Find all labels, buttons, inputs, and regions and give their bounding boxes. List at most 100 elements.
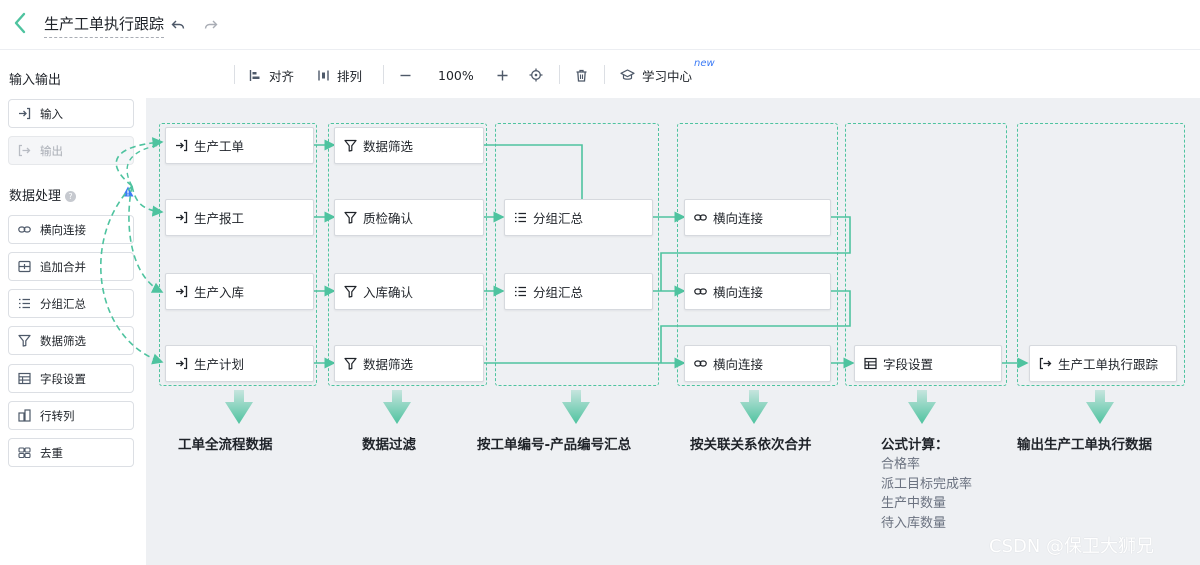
toolbar-divider: [383, 65, 384, 84]
link-icon: [694, 211, 707, 224]
warning-icon[interactable]: [122, 186, 134, 197]
node-label: 分组汇总: [533, 285, 584, 300]
caption-output: 输出生产工单执行数据: [1017, 437, 1152, 453]
plus-icon: [497, 70, 508, 80]
node-label: 生产计划: [194, 357, 245, 372]
list-icon: [514, 211, 527, 224]
dedupe-icon: [18, 446, 31, 459]
node-groupby-2[interactable]: 分组汇总: [504, 273, 653, 310]
node-label: 生产入库: [194, 285, 245, 300]
graduation-cap-icon: [620, 68, 635, 80]
learning-center-label: 学习中心: [642, 68, 693, 84]
arrange-label: 排列: [337, 68, 363, 84]
sidebar-item-label: 去重: [40, 445, 63, 460]
redo-button[interactable]: [204, 16, 218, 34]
node-label: 数据筛选: [363, 139, 414, 154]
formula-item: 待入库数量: [881, 516, 947, 531]
sidebar-item-label: 行转列: [40, 408, 75, 423]
node-join-1[interactable]: 横向连接: [684, 199, 831, 236]
link-icon: [18, 223, 31, 236]
table-icon: [18, 372, 31, 385]
node-join-2[interactable]: 横向连接: [684, 273, 831, 310]
undo-button[interactable]: [171, 16, 185, 34]
sidebar-item-join[interactable]: 横向连接: [8, 215, 134, 244]
node-field-settings[interactable]: 字段设置: [854, 345, 1002, 382]
toolbar-divider: [234, 65, 235, 84]
proc-heading: 数据处理?: [9, 185, 77, 204]
align-icon: [249, 69, 260, 81]
chevron-left-icon[interactable]: [10, 10, 32, 36]
node-label: 质检确认: [363, 211, 414, 226]
table-icon: [864, 357, 877, 370]
undo-icon: [171, 20, 185, 29]
help-icon[interactable]: ?: [65, 191, 77, 202]
redo-icon: [204, 20, 218, 29]
formula-item: 派工目标完成率: [881, 477, 973, 492]
learning-center-button[interactable]: 学习中心: [620, 66, 692, 84]
pivot-icon: [18, 409, 31, 422]
toolbar-divider: [559, 65, 560, 84]
output-arrow-icon: [18, 144, 31, 157]
node-production-warehousing[interactable]: 生产入库: [165, 273, 314, 310]
node-label: 数据筛选: [363, 357, 414, 372]
input-arrow-icon: [18, 107, 31, 120]
sidebar-item-label: 分组汇总: [40, 296, 86, 311]
node-output[interactable]: 生产工单执行跟踪: [1029, 345, 1177, 382]
node-label: 横向连接: [713, 211, 764, 226]
zoom-out-button[interactable]: [399, 66, 412, 84]
node-production-order[interactable]: 生产工单: [165, 127, 314, 164]
io-heading: 输入输出: [9, 73, 62, 88]
sidebar-item-groupby[interactable]: 分组汇总: [8, 289, 134, 318]
formula-item: 生产中数量: [881, 496, 947, 511]
toolbar-divider: [604, 65, 605, 84]
sidebar-item-dedupe[interactable]: 去重: [8, 438, 134, 467]
page-title[interactable]: 生产工单执行跟踪: [44, 13, 165, 38]
sidebar-item-fields[interactable]: 字段设置: [8, 364, 134, 393]
sidebar-item-label: 字段设置: [40, 371, 86, 386]
node-label: 生产报工: [194, 211, 245, 226]
minus-icon: [400, 74, 411, 76]
node-label: 横向连接: [713, 357, 764, 372]
sidebar-item-input[interactable]: 输入: [8, 99, 134, 128]
node-production-plan[interactable]: 生产计划: [165, 345, 314, 382]
node-label: 入库确认: [363, 285, 414, 300]
node-production-report[interactable]: 生产报工: [165, 199, 314, 236]
node-filter-2[interactable]: 数据筛选: [334, 345, 484, 382]
sidebar-item-label: 横向连接: [40, 222, 86, 237]
input-arrow-icon: [175, 285, 188, 298]
trash-icon: [576, 69, 587, 82]
node-groupby-1[interactable]: 分组汇总: [504, 199, 653, 236]
caption-formula: 公式计算：: [881, 437, 949, 453]
zoom-in-button[interactable]: [496, 66, 509, 84]
new-badge: new: [694, 58, 715, 69]
caption-filter: 数据过滤: [362, 437, 416, 453]
caption-aggregate: 按工单编号-产品编号汇总: [477, 437, 632, 453]
locate-button[interactable]: [529, 66, 543, 84]
list-icon: [514, 285, 527, 298]
caption-join: 按关联关系依次合并: [690, 437, 812, 453]
formula-item: 合格率: [881, 457, 921, 472]
node-join-3[interactable]: 横向连接: [684, 345, 831, 382]
link-icon: [694, 285, 707, 298]
node-filter-1[interactable]: 数据筛选: [334, 127, 484, 164]
sidebar-item-append[interactable]: 追加合并: [8, 252, 134, 281]
zoom-level: 100%: [438, 67, 474, 83]
align-label: 对齐: [269, 68, 295, 84]
sidebar-item-label: 输入: [40, 106, 63, 121]
sidebar-item-filter[interactable]: 数据筛选: [8, 326, 134, 355]
crosshair-icon: [529, 68, 543, 82]
node-quality-check[interactable]: 质检确认: [334, 199, 484, 236]
sidebar-item-label: 数据筛选: [40, 333, 86, 348]
arrange-button[interactable]: 排列: [317, 66, 362, 84]
delete-button[interactable]: [575, 66, 588, 84]
arrange-icon: [318, 70, 329, 80]
watermark: CSDN @保卫大狮兄: [989, 536, 1155, 557]
sidebar-item-output[interactable]: 输出: [8, 136, 134, 165]
align-button[interactable]: 对齐: [249, 66, 294, 84]
node-label: 横向连接: [713, 285, 764, 300]
filter-icon: [344, 211, 357, 224]
sidebar-item-pivot[interactable]: 行转列: [8, 401, 134, 430]
group-aggregate: [495, 123, 659, 386]
node-warehousing-confirm[interactable]: 入库确认: [334, 273, 484, 310]
node-label: 分组汇总: [533, 211, 584, 226]
